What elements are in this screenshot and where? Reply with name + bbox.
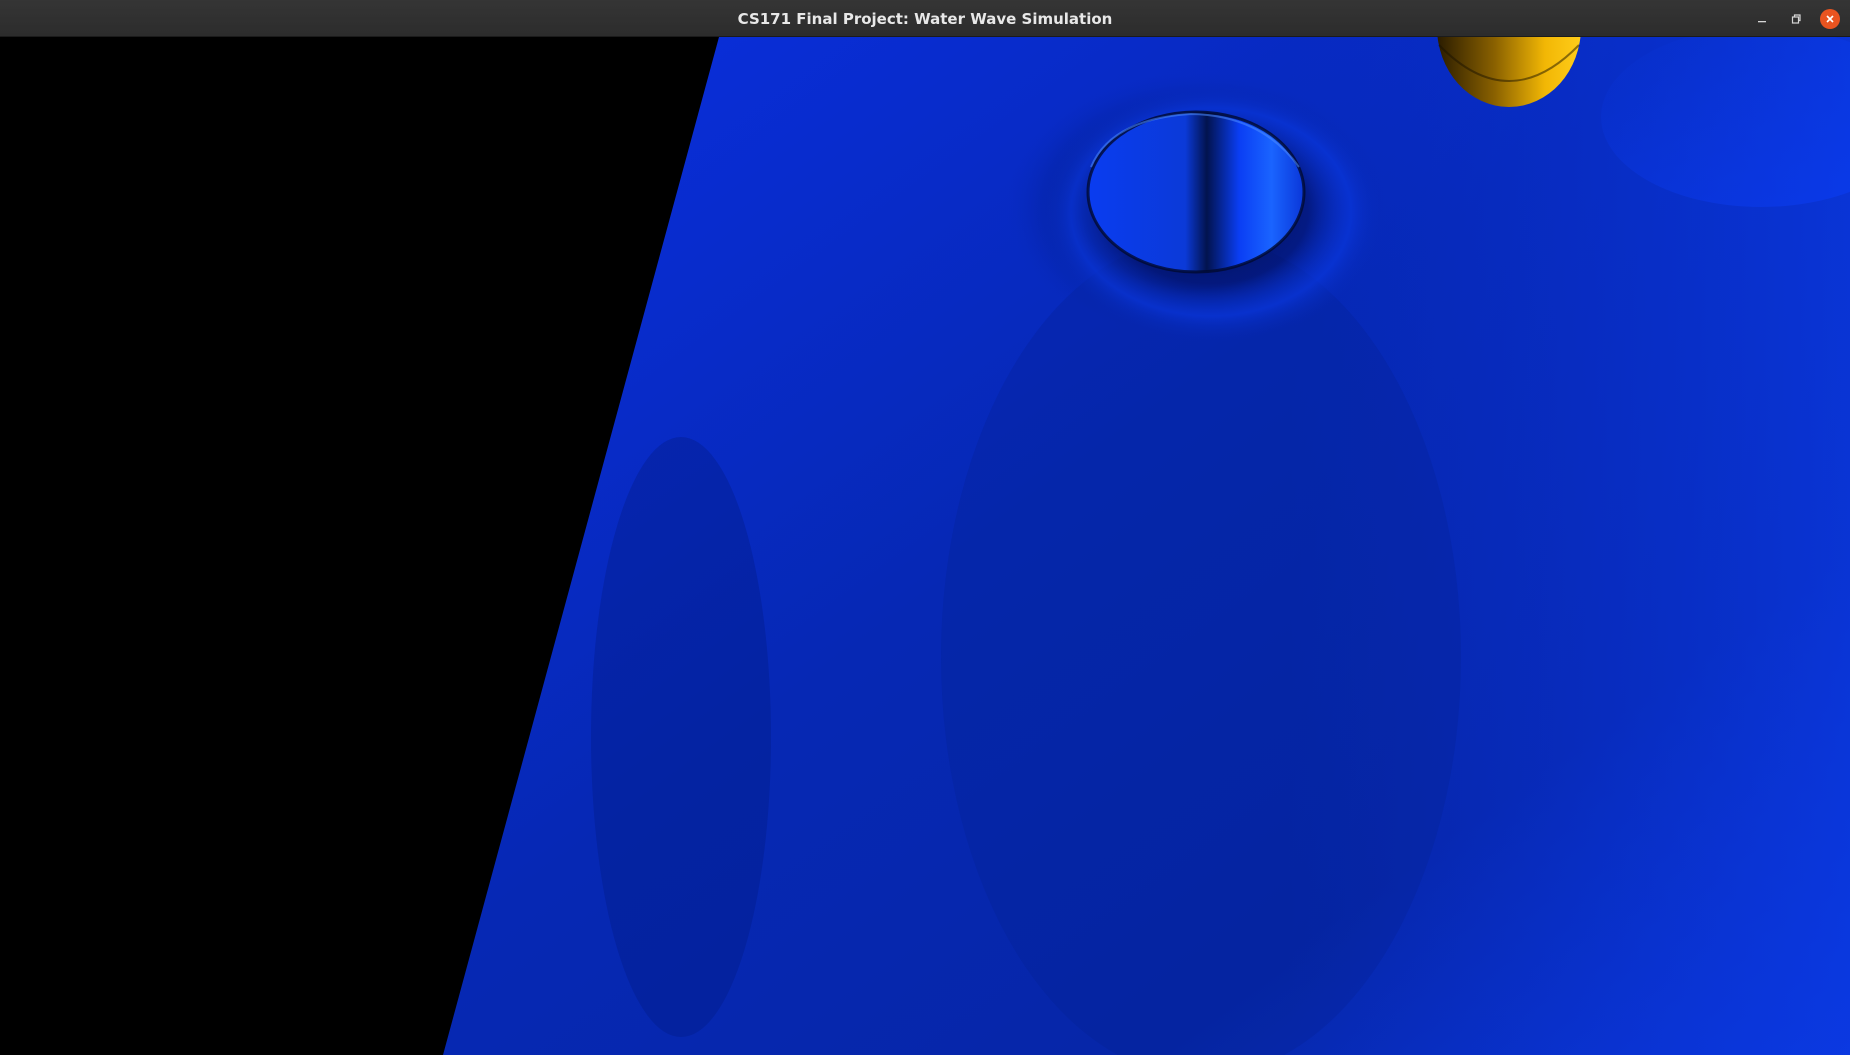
restore-button[interactable]	[1784, 7, 1808, 31]
render-viewport[interactable]	[1, 37, 1850, 1055]
wave-shading	[941, 237, 1461, 1055]
scene-svg	[1, 37, 1850, 1055]
window-title: CS171 Final Project: Water Wave Simulati…	[737, 10, 1113, 28]
restore-icon	[1791, 14, 1801, 24]
minimize-icon	[1758, 21, 1766, 23]
app-window: CS171 Final Project: Water Wave Simulati…	[0, 0, 1850, 1055]
close-button-circle	[1820, 9, 1840, 29]
minimize-button[interactable]	[1750, 7, 1774, 31]
title-bar[interactable]: CS171 Final Project: Water Wave Simulati…	[0, 0, 1850, 37]
close-button[interactable]	[1818, 7, 1842, 31]
close-icon	[1826, 15, 1834, 23]
wave-shading-2	[591, 437, 771, 1037]
